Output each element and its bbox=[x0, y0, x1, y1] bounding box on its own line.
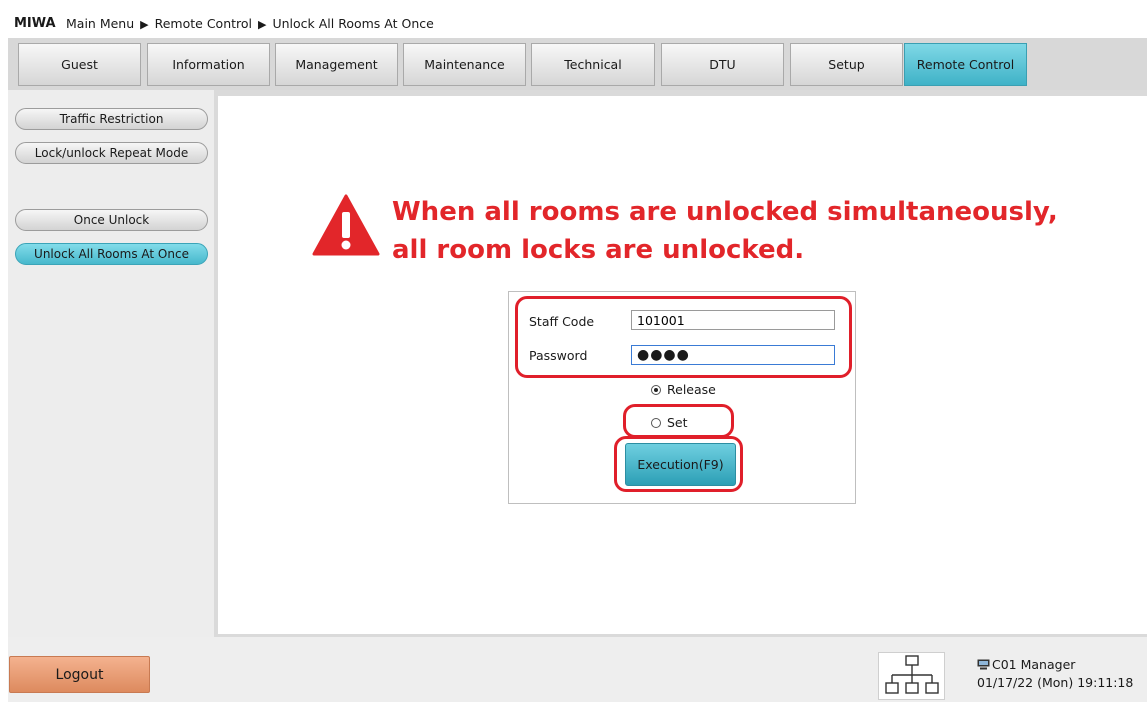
title-bar: MIWA Main Menu ▶ Remote Control ▶ Unlock All… bbox=[0, 0, 1147, 38]
main-tab-strip: Guest Information Management Maintenance… bbox=[8, 38, 1147, 90]
warning-message: When all rooms are unlocked simultaneous… bbox=[392, 193, 1092, 269]
sidebar: Traffic Restriction Lock/unlock Repeat M… bbox=[8, 90, 214, 637]
tab-technical[interactable]: Technical bbox=[531, 43, 655, 86]
logout-button[interactable]: Logout bbox=[9, 656, 150, 693]
network-status[interactable] bbox=[878, 652, 945, 700]
triangle-right-icon: ▶ bbox=[258, 18, 267, 31]
credentials-highlight bbox=[515, 296, 852, 378]
breadcrumb-item-current: Unlock All Rooms At Once bbox=[272, 16, 434, 31]
user-label: C01 Manager bbox=[992, 657, 1076, 672]
tab-maintenance[interactable]: Maintenance bbox=[403, 43, 526, 86]
sidebar-item-once-unlock[interactable]: Once Unlock bbox=[15, 209, 208, 231]
datetime-label: 01/17/22 (Mon) 19:11:18 bbox=[977, 675, 1134, 690]
network-icon bbox=[885, 655, 939, 694]
warning-line-1: When all rooms are unlocked simultaneous… bbox=[392, 197, 1058, 227]
tab-guest[interactable]: Guest bbox=[18, 43, 141, 86]
tab-information[interactable]: Information bbox=[147, 43, 270, 86]
warning-line-2: all room locks are unlocked. bbox=[392, 235, 805, 265]
sidebar-item-traffic-restriction[interactable]: Traffic Restriction bbox=[15, 108, 208, 130]
tab-dtu[interactable]: DTU bbox=[661, 43, 784, 86]
breadcrumb-item[interactable]: Main Menu bbox=[66, 16, 134, 31]
breadcrumb-item[interactable]: Remote Control bbox=[155, 16, 252, 31]
triangle-right-icon: ▶ bbox=[140, 18, 149, 31]
sidebar-item-unlock-all-rooms[interactable]: Unlock All Rooms At Once bbox=[15, 243, 208, 265]
radio-selected-icon bbox=[651, 384, 661, 395]
tab-remote-control[interactable]: Remote Control bbox=[904, 43, 1027, 86]
tab-management[interactable]: Management bbox=[275, 43, 398, 86]
set-option-highlight bbox=[623, 404, 734, 438]
release-radio[interactable]: Release bbox=[651, 382, 716, 397]
terminal-user: C01 Manager bbox=[977, 657, 1075, 672]
app-brand: MIWA bbox=[14, 16, 56, 31]
warning-triangle-icon bbox=[312, 194, 380, 256]
release-radio-label: Release bbox=[667, 382, 716, 397]
execution-highlight bbox=[614, 436, 743, 492]
breadcrumb: Main Menu ▶ Remote Control ▶ Unlock All Room… bbox=[66, 16, 434, 31]
tab-setup[interactable]: Setup bbox=[790, 43, 903, 86]
sidebar-item-lock-unlock-repeat-mode[interactable]: Lock/unlock Repeat Mode bbox=[15, 142, 208, 164]
computer-icon bbox=[977, 659, 990, 670]
